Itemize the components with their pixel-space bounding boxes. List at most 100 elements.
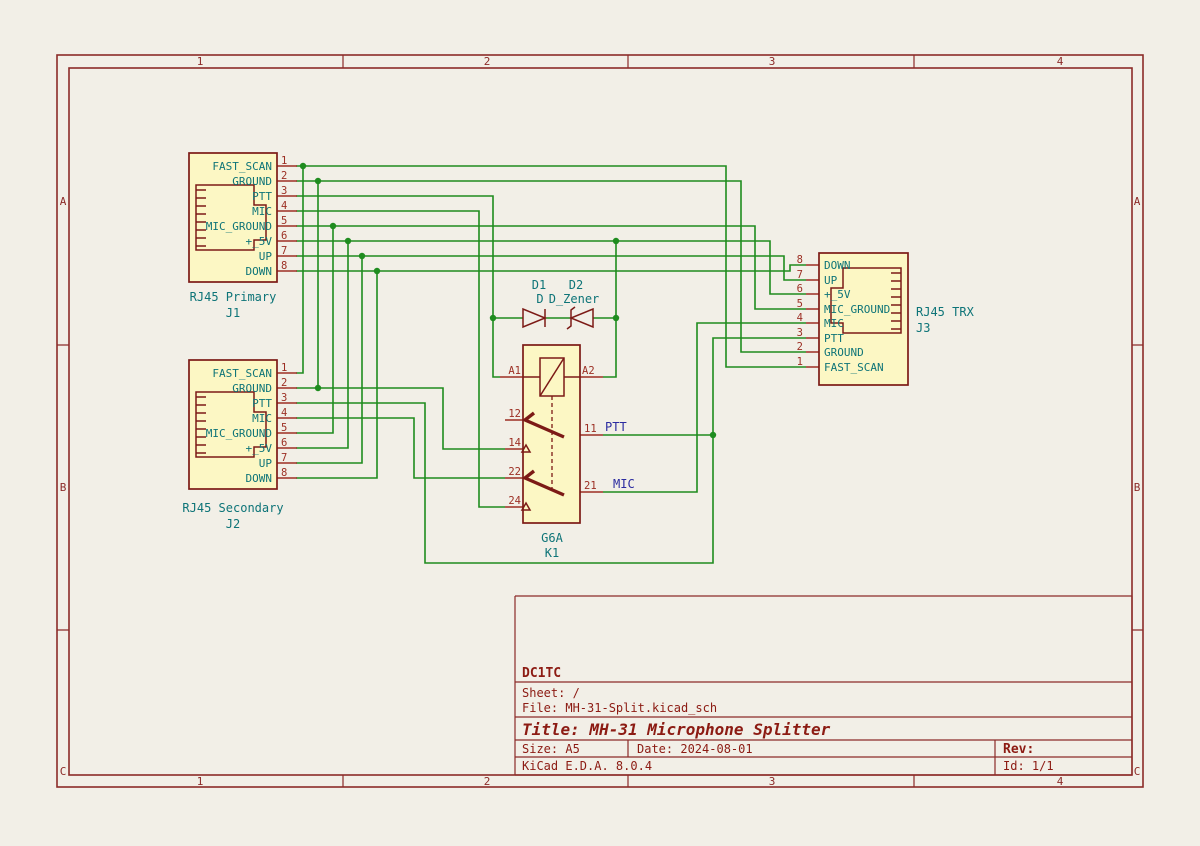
pin-name: MIC_GROUND: [824, 303, 890, 316]
grid-col-label: 1: [197, 775, 204, 788]
pin-name: +_5V: [246, 235, 273, 248]
zener-diode-symbol: [567, 307, 593, 329]
wire-up-j2: [296, 256, 362, 463]
title-block: DC1TC Sheet: / File: MH-31-Split.kicad_s…: [515, 596, 1132, 775]
pin-number: A2: [582, 365, 595, 377]
pin-name: FAST_SCAN: [212, 367, 272, 380]
pin-number: 1: [281, 155, 287, 167]
pin-number: 12: [508, 408, 521, 420]
pin-number: 14: [508, 437, 521, 449]
pin-number: 7: [281, 245, 287, 257]
component-j3[interactable]: 8 7 6 5 4 3 2 1 DOWN UP +_5V MIC_GROUND …: [797, 253, 975, 385]
pin-number: 4: [281, 407, 287, 419]
wire-ptt-primary: [296, 196, 500, 377]
grid-row-label: B: [1134, 481, 1141, 494]
component-j2[interactable]: 1 2 3 4 5 6 7 8 FAST_SCAN GROUND PTT MIC…: [182, 360, 297, 531]
grid-row-label: A: [1134, 195, 1141, 208]
wire-down-j2: [296, 271, 377, 478]
wire-down: [296, 265, 806, 271]
net-label-mic[interactable]: MIC: [613, 477, 635, 491]
titleblock-title: Title: MH-31 Microphone Splitter: [522, 720, 831, 739]
wire-5v-coil-tap: [603, 241, 616, 377]
j3-value-label[interactable]: RJ45 TRX: [916, 305, 975, 319]
pin-number: 7: [797, 269, 803, 281]
grid-row-label: C: [1134, 765, 1141, 778]
pin-name: MIC_GROUND: [206, 427, 272, 440]
pin-name: PTT: [252, 190, 272, 203]
grid-col-label: 3: [769, 55, 776, 68]
diode-symbol: [523, 309, 545, 327]
wire-mic-trx: [603, 323, 806, 492]
net-label-ptt[interactable]: PTT: [605, 420, 627, 434]
pin-number: 5: [797, 298, 803, 310]
grid-col-label: 3: [769, 775, 776, 788]
j1-value-label[interactable]: RJ45 Primary: [190, 290, 277, 304]
pin-number: 6: [281, 230, 287, 242]
wire-ground: [296, 181, 806, 352]
titleblock-date: Date: 2024-08-01: [637, 742, 753, 756]
pin-name: UP: [259, 457, 273, 470]
wire-ground-j2: [296, 181, 505, 449]
titleblock-company: DC1TC: [522, 666, 561, 681]
pin-number: A1: [508, 365, 521, 377]
component-d1[interactable]: D1 D: [523, 278, 546, 327]
grid-col-label: 4: [1057, 775, 1064, 788]
component-j1[interactable]: 1 2 3 4 5 6 7 8 FAST_SCAN GROUND PTT MIC…: [189, 153, 297, 320]
d1-ref-label[interactable]: D1: [532, 278, 546, 292]
k1-value-label[interactable]: G6A: [541, 531, 563, 545]
pin-number: 1: [281, 362, 287, 374]
pin-name: UP: [259, 250, 273, 263]
pin-name: MIC: [252, 412, 272, 425]
grid-col-label: 4: [1057, 55, 1064, 68]
titleblock-size: Size: A5: [522, 742, 580, 756]
wire-up: [296, 256, 806, 280]
d2-ref-label[interactable]: D2: [569, 278, 583, 292]
k1-ref-label[interactable]: K1: [545, 546, 559, 560]
pin-number: 6: [797, 283, 803, 295]
d1-value-label[interactable]: D: [536, 292, 543, 306]
wire-5v: [296, 241, 806, 294]
pin-number: 24: [508, 495, 521, 507]
pin-name: UP: [824, 274, 838, 287]
grid-col-label: 1: [197, 55, 204, 68]
pin-number: 6: [281, 437, 287, 449]
pin-number: 3: [281, 185, 287, 197]
pin-name: PTT: [824, 332, 844, 345]
pin-number: 8: [281, 467, 287, 479]
pin-number: 2: [281, 170, 287, 182]
pin-name: DOWN: [246, 472, 273, 485]
titleblock-id: Id: 1/1: [1003, 759, 1054, 773]
wire-fast-scan-j2: [296, 166, 303, 373]
schematic-canvas: 1 2 3 4 1 2 3 4 A B C A B C: [0, 0, 1200, 846]
titleblock-sheet: Sheet: /: [522, 686, 580, 700]
j2-ref-label[interactable]: J2: [226, 517, 240, 531]
pin-number: 1: [797, 356, 803, 368]
pin-name: FAST_SCAN: [212, 160, 272, 173]
j2-value-label[interactable]: RJ45 Secondary: [182, 501, 283, 515]
grid-col-label: 2: [484, 775, 491, 788]
pin-number: 8: [281, 260, 287, 272]
component-k1[interactable]: A1 A2 12 14 22 24 11 21 G6A K1: [500, 345, 603, 560]
pin-name: MIC_GROUND: [206, 220, 272, 233]
pin-name: DOWN: [246, 265, 273, 278]
grid-row-label: B: [60, 481, 67, 494]
grid-col-label: 2: [484, 55, 491, 68]
grid-row-label: C: [60, 765, 67, 778]
pin-name: GROUND: [824, 346, 864, 359]
pin-number: 11: [584, 423, 597, 435]
pin-number: 4: [797, 312, 803, 324]
pin-name: MIC: [252, 205, 272, 218]
pin-number: 3: [797, 327, 803, 339]
wire-mic-ground-j2: [296, 226, 333, 433]
j1-ref-label[interactable]: J1: [226, 306, 240, 320]
component-d2[interactable]: D2 D_Zener: [549, 278, 600, 329]
titleblock-file: File: MH-31-Split.kicad_sch: [522, 701, 717, 715]
pin-number: 3: [281, 392, 287, 404]
pin-number: 22: [508, 466, 521, 478]
j3-ref-label[interactable]: J3: [916, 321, 930, 335]
pin-number: 21: [584, 480, 597, 492]
d2-value-label[interactable]: D_Zener: [549, 292, 600, 306]
pin-number: 8: [797, 254, 803, 266]
pin-name: DOWN: [824, 259, 851, 272]
titleblock-tool: KiCad E.D.A. 8.0.4: [522, 759, 652, 773]
